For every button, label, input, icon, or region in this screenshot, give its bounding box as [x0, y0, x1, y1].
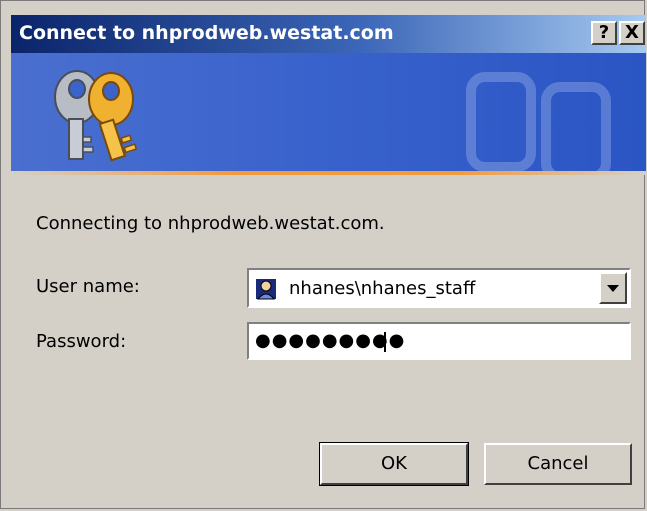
help-button[interactable]: ?: [591, 21, 617, 45]
ok-button[interactable]: OK: [319, 442, 469, 486]
credential-dialog: Connect to nhprodweb.westat.com ? X Conn…: [0, 0, 646, 509]
keys-watermark-icon: [466, 72, 611, 171]
cancel-button[interactable]: Cancel: [484, 443, 632, 485]
close-button[interactable]: X: [619, 21, 645, 45]
window-title: Connect to nhprodweb.westat.com: [19, 22, 394, 44]
user-icon: [256, 279, 276, 300]
header-banner: [11, 53, 646, 171]
password-field[interactable]: ●●●●●●●●●: [247, 322, 631, 360]
chevron-down-icon[interactable]: [599, 272, 627, 304]
text-caret: [384, 332, 386, 352]
password-value: ●●●●●●●●●: [255, 330, 406, 351]
username-value: nhanes\nhanes_staff: [289, 278, 476, 299]
keys-icon: [54, 70, 138, 162]
banner-accent-line: [11, 171, 646, 175]
title-bar[interactable]: Connect to nhprodweb.westat.com ? X: [11, 15, 646, 53]
password-label: Password:: [36, 331, 127, 352]
username-label: User name:: [36, 276, 140, 297]
username-combobox[interactable]: nhanes\nhanes_staff: [247, 268, 631, 308]
connecting-message: Connecting to nhprodweb.westat.com.: [36, 213, 385, 234]
